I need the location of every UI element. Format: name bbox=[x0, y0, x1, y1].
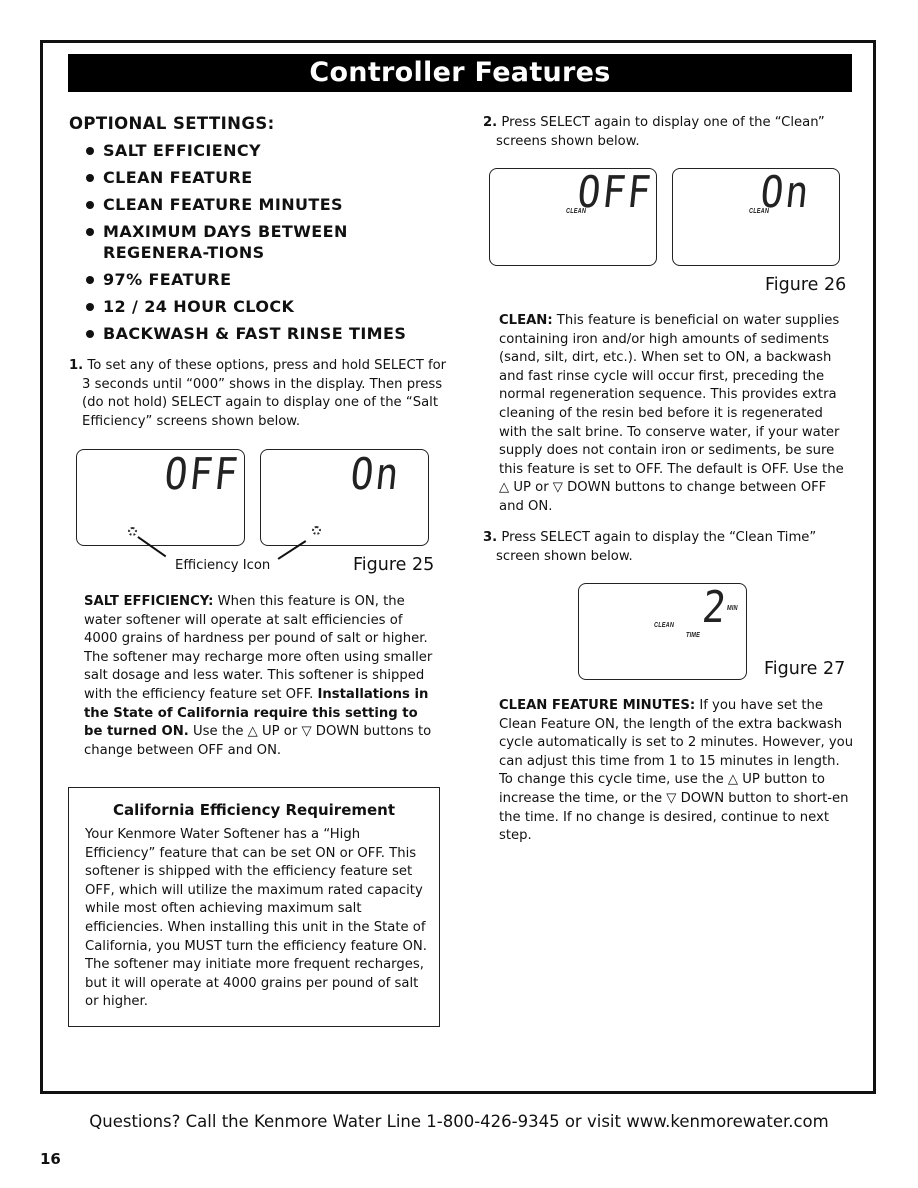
clean-feature-minutes-description: CLEAN FEATURE MINUTES: If you have set t… bbox=[499, 697, 854, 846]
page-number: 16 bbox=[40, 1150, 61, 1168]
list-item: BACKWASH & FAST RINSE TIMES bbox=[86, 323, 446, 344]
lcd-screen-clean-off: OFF CLEAN bbox=[489, 166, 657, 266]
list-item: 97% FEATURE bbox=[86, 269, 446, 290]
list-item: SALT EFFICIENCY bbox=[86, 140, 446, 161]
efficiency-icon bbox=[128, 527, 137, 536]
figure-26-label: Figure 26 bbox=[765, 275, 847, 295]
callout-title: California Efficiency Requirement bbox=[112, 801, 396, 819]
lcd-clean-tag: CLEAN bbox=[749, 208, 770, 215]
lcd-digits: OFF bbox=[162, 448, 243, 500]
step-text: To set any of these options, press and h… bbox=[82, 358, 447, 429]
california-efficiency-box: California Efficiency Requirement Your K… bbox=[68, 787, 440, 1027]
figure-27-label: Figure 27 bbox=[764, 659, 846, 679]
callout-body: Your Kenmore Water Softener has a “High … bbox=[85, 827, 427, 1010]
lcd-clean-tag: CLEAN bbox=[654, 622, 675, 629]
body-text: This feature is beneficial on water supp… bbox=[499, 313, 844, 514]
lcd-screen-clean-time: 2 MIN CLEAN TIME bbox=[578, 581, 747, 680]
lcd-digits: On bbox=[348, 448, 404, 500]
figure-25-label: Figure 25 bbox=[353, 555, 435, 575]
step-number: 3. bbox=[483, 530, 498, 545]
list-item: CLEAN FEATURE bbox=[86, 167, 446, 188]
lcd-screen-clean-on: On CLEAN bbox=[672, 167, 840, 266]
footer-contact: Questions? Call the Kenmore Water Line 1… bbox=[89, 1112, 829, 1131]
list-item: 12 / 24 HOUR CLOCK bbox=[86, 296, 446, 317]
body-text: If you have set the Clean Feature ON, th… bbox=[499, 698, 854, 844]
step-text: Press SELECT again to display the “Clean… bbox=[496, 530, 817, 564]
lcd-clean-tag: CLEAN bbox=[566, 208, 587, 215]
list-item: MAXIMUM DAYS BETWEEN REGENERA-TIONS bbox=[86, 221, 413, 263]
step-1: 1. To set any of these options, press an… bbox=[69, 357, 447, 431]
lcd-screen-off: OFF bbox=[76, 449, 245, 546]
clean-description: CLEAN: This feature is beneficial on wat… bbox=[499, 312, 849, 517]
term-label: SALT EFFICIENCY: bbox=[84, 594, 214, 609]
salt-efficiency-description: SALT EFFICIENCY: When this feature is ON… bbox=[84, 593, 439, 760]
step-3: 3. Press SELECT again to display the “Cl… bbox=[483, 529, 856, 566]
optional-settings-list: SALT EFFICIENCY CLEAN FEATURE CLEAN FEAT… bbox=[86, 140, 446, 350]
step-2: 2. Press SELECT again to display one of … bbox=[483, 114, 856, 151]
lcd-digits: 2 bbox=[700, 581, 731, 633]
step-number: 2. bbox=[483, 115, 498, 130]
body-text: When this feature is ON, the water softe… bbox=[84, 594, 433, 702]
term-label: CLEAN: bbox=[499, 313, 553, 328]
step-number: 1. bbox=[69, 358, 84, 373]
optional-settings-heading: OPTIONAL SETTINGS: bbox=[69, 114, 275, 133]
lcd-time-tag: TIME bbox=[686, 632, 701, 639]
page-title: Controller Features bbox=[68, 54, 852, 92]
efficiency-icon bbox=[312, 526, 321, 535]
lcd-screen-on: On bbox=[260, 449, 429, 546]
step-text: Press SELECT again to display one of the… bbox=[496, 115, 825, 149]
list-item: CLEAN FEATURE MINUTES bbox=[86, 194, 446, 215]
efficiency-icon-callout: Efficiency Icon bbox=[175, 558, 271, 573]
lcd-digits: OFF bbox=[575, 166, 656, 218]
lcd-min-tag: MIN bbox=[727, 605, 738, 612]
term-label: CLEAN FEATURE MINUTES: bbox=[499, 698, 696, 713]
